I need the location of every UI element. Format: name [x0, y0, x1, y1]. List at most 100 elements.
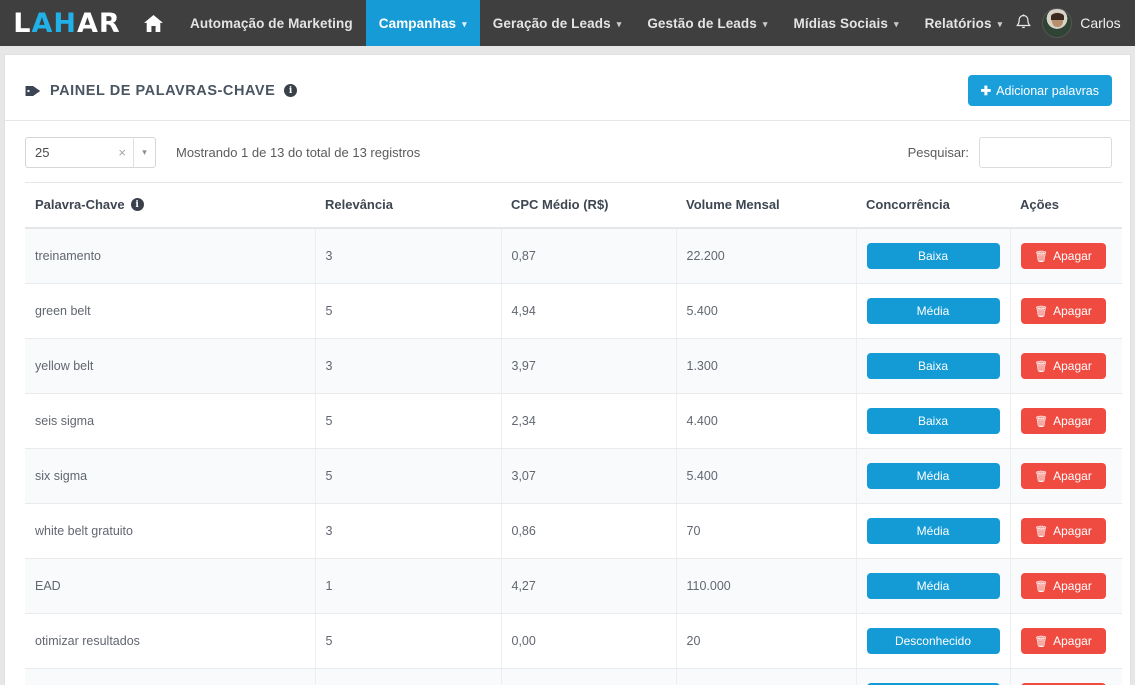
- navbar-right: Carlos ▾: [1015, 0, 1135, 46]
- column-header-palavra-chave[interactable]: Palavra-Chave i: [25, 182, 315, 229]
- nav-item-label: Relatórios: [924, 15, 992, 31]
- competition-badge[interactable]: Média: [866, 573, 1000, 599]
- competition-badge[interactable]: Baixa: [866, 408, 1000, 434]
- chevron-down-icon: ▾: [893, 18, 899, 29]
- cell-keyword: EAD: [25, 558, 316, 614]
- brand-logo[interactable]: LAHAR: [0, 0, 134, 46]
- trash-icon: 🗑: [1034, 525, 1049, 538]
- cell-relevance: 3: [315, 338, 502, 394]
- table-row: EAD 1 4,27 110.000 Média 🗑 Apagar: [25, 558, 1122, 614]
- chevron-down-icon: ▾: [462, 18, 467, 29]
- cell-keyword: yellow belt: [25, 338, 316, 394]
- column-header-acoes[interactable]: Ações: [1010, 182, 1122, 229]
- nav-item-geracao-de-leads[interactable]: Geração de Leads ▾: [480, 0, 635, 46]
- keywords-table: Palavra-Chave i Relevância CPC Médio (R$…: [25, 182, 1122, 685]
- cell-actions: 🗑 Apagar: [1010, 283, 1122, 339]
- table-row: seis sigma 5 2,34 4.400 Baixa 🗑 Apagar: [25, 393, 1122, 449]
- clear-icon[interactable]: ×: [111, 145, 133, 160]
- user-menu[interactable]: Carlos ▾: [1042, 8, 1135, 38]
- table-controls: 25 × ▾ Mostrando 1 de 13 do total de 13 …: [5, 121, 1130, 182]
- cell-actions: 🗑Apagar: [1010, 448, 1122, 504]
- competition-badge[interactable]: Desconhecido: [866, 628, 1000, 654]
- competition-badge[interactable]: Baixa: [866, 353, 1000, 379]
- cell-volume: 20: [676, 613, 857, 669]
- cell-cpc: 4,27: [501, 558, 677, 614]
- competition-badge[interactable]: Média: [866, 463, 1000, 489]
- cell-relevance: 3: [315, 228, 502, 284]
- nav-item-automacao-de-marketing[interactable]: Automação de Marketing: [177, 0, 366, 46]
- home-icon[interactable]: [134, 0, 177, 46]
- nav-item-label: Gestão de Leads: [647, 15, 757, 31]
- delete-button[interactable]: 🗑 Apagar: [1020, 243, 1106, 269]
- page-title: PAINEL DE PALAVRAS-CHAVE i: [25, 82, 298, 99]
- cell-actions: 🗑 Apagar: [1010, 393, 1122, 449]
- trash-icon: 🗑: [1034, 470, 1049, 483]
- cell-keyword: otimizar resultados: [25, 613, 316, 669]
- nav-item-gestao-de-leads[interactable]: Gestão de Leads ▾: [634, 0, 780, 46]
- brand-logo-text: LAHAR: [13, 10, 120, 37]
- search-area: Pesquisar:: [908, 137, 1112, 168]
- nav-item-relatorios[interactable]: Relatórios ▾: [912, 0, 1016, 46]
- nav-item-midias-sociais[interactable]: Mídias Sociais ▾: [781, 0, 912, 46]
- page-size-select[interactable]: 25 × ▾: [25, 137, 156, 168]
- delete-button-label: Apagar: [1053, 524, 1092, 538]
- column-header-volume-mensal[interactable]: Volume Mensal: [676, 182, 856, 229]
- delete-button[interactable]: 🗑 Apagar: [1020, 573, 1106, 599]
- search-input[interactable]: [979, 137, 1112, 168]
- page-title-text: PAINEL DE PALAVRAS-CHAVE: [50, 82, 276, 99]
- trash-icon: 🗑: [1034, 580, 1049, 593]
- brand-logo-part-1: L: [13, 7, 32, 39]
- cell-cpc: 4,94: [501, 283, 677, 339]
- competition-badge[interactable]: Baixa: [866, 243, 1000, 269]
- cell-volume: 22.200: [676, 228, 857, 284]
- cell-competition: Média: [856, 448, 1011, 504]
- delete-button-label: Apagar: [1053, 414, 1092, 428]
- competition-badge[interactable]: Média: [866, 298, 1000, 324]
- add-keywords-button[interactable]: ✚ Adicionar palavras: [967, 75, 1112, 106]
- trash-icon: 🗑: [1034, 305, 1049, 318]
- delete-button-label: Apagar: [1053, 304, 1092, 318]
- cell-actions: 🗑Apagar: [1010, 613, 1122, 669]
- trash-icon: 🗑: [1034, 415, 1049, 428]
- column-header-cpc-medio[interactable]: CPC Médio (R$): [501, 182, 676, 229]
- delete-button-label: Apagar: [1053, 579, 1092, 593]
- delete-button[interactable]: 🗑 Apagar: [1020, 298, 1106, 324]
- cell-actions: 🗑 Apagar: [1010, 558, 1122, 614]
- info-icon[interactable]: i: [130, 198, 144, 211]
- keywords-table-wrapper: Palavra-Chave i Relevância CPC Médio (R$…: [5, 182, 1130, 685]
- cell-volume: 4.400: [676, 393, 857, 449]
- table-head: Palavra-Chave i Relevância CPC Médio (R$…: [25, 182, 1122, 229]
- column-header-relevancia[interactable]: Relevância: [315, 182, 501, 229]
- table-row: otimizar resultados 5 0,00 20 Desconhecido 🗑 A…: [25, 613, 1122, 669]
- cell-keyword: white belt gratuito: [25, 503, 316, 559]
- cell-competition: Desconhecido: [856, 613, 1011, 669]
- table-row: reduzir custos52,73170Baixa🗑Apagar: [25, 668, 1122, 685]
- delete-button[interactable]: 🗑 Apagar: [1020, 518, 1106, 544]
- delete-button[interactable]: 🗑 Apagar: [1020, 408, 1106, 434]
- delete-button[interactable]: 🗑 Apagar: [1020, 463, 1106, 489]
- trash-icon: 🗑: [1034, 250, 1049, 263]
- brand-logo-part-3: AR: [77, 7, 121, 39]
- nav-item-label: Geração de Leads: [492, 15, 611, 31]
- delete-button[interactable]: 🗑 Apagar: [1020, 353, 1106, 379]
- cell-keyword: treinamento: [25, 228, 316, 284]
- content-panel: PAINEL DE PALAVRAS-CHAVE i ✚ Adicionar pa…: [4, 54, 1131, 685]
- brand-logo-part-2: AH: [31, 7, 78, 39]
- cell-keyword: seis sigma: [25, 393, 316, 449]
- cell-cpc: 0,00: [501, 613, 677, 669]
- panel-header: PAINEL DE PALAVRAS-CHAVE i ✚ Adicionar pa…: [5, 55, 1130, 120]
- chevron-down-icon[interactable]: ▾: [133, 138, 155, 167]
- info-icon[interactable]: i: [284, 84, 298, 97]
- delete-button[interactable]: 🗑 Apagar: [1020, 628, 1106, 654]
- plus-icon: ✚: [980, 84, 992, 98]
- bell-icon[interactable]: [1015, 14, 1032, 32]
- cell-relevance: 5: [315, 393, 502, 449]
- add-keywords-button-label: Adicionar palavras: [996, 84, 1099, 98]
- cell-volume: 5.400: [676, 448, 857, 504]
- competition-badge[interactable]: Média: [866, 518, 1000, 544]
- nav-item-campanhas[interactable]: Campanhas ▾: [365, 0, 480, 46]
- cell-keyword: green belt: [25, 283, 316, 339]
- cell-competition: Baixa: [856, 338, 1011, 394]
- column-header-concorrencia[interactable]: Concorrência: [856, 182, 1010, 229]
- cell-actions: 🗑Apagar: [1010, 668, 1122, 685]
